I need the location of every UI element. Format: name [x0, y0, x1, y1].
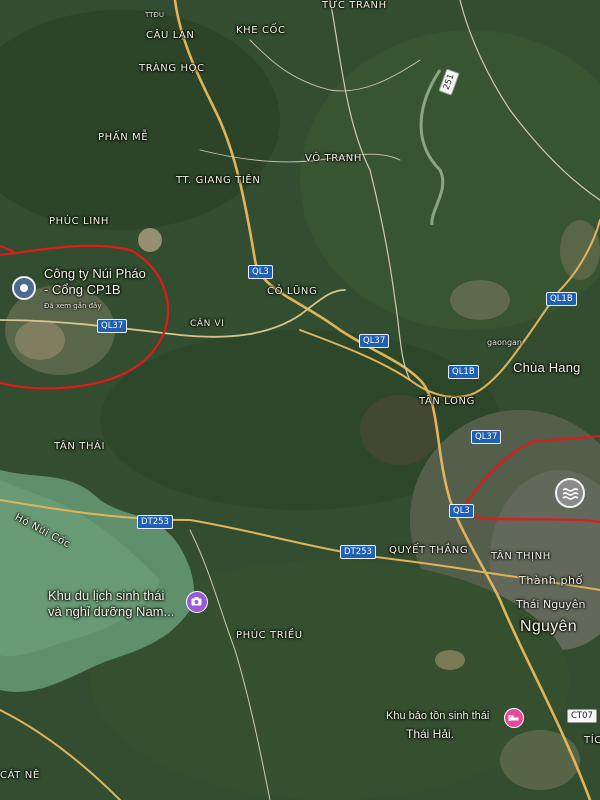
place-trang-hoc: TRÀNG HỌC: [139, 63, 205, 74]
place-cat-ne: CÁT NÊ: [0, 770, 40, 781]
place-thai-nguyen: Thái Nguyên: [516, 598, 586, 611]
place-phuc-linh: PHÚC LINH: [49, 216, 109, 227]
place-co-lung: CỎ LŨNG: [267, 286, 318, 297]
city-label-nguyen[interactable]: Nguyên: [520, 618, 577, 636]
poi-reserve-name-2: Thái Hải.: [406, 727, 455, 741]
poi-nui-phao-recent: Đã xem gần đây: [44, 302, 102, 310]
poi-reserve-name-1: Khu bảo tồn sinh thái: [386, 710, 490, 722]
poi-nui-phao-name-1: Công ty Núi Pháo: [44, 266, 146, 281]
poi-nui-phao-name-2: - Cổng CP1B: [44, 282, 121, 297]
road-shield-dt253: DT253: [137, 515, 173, 529]
place-tan-long: TÂN LONG: [419, 396, 475, 407]
place-can-vi: CÂN VI: [190, 319, 225, 329]
place-thanh-pho: Thành phố: [519, 574, 583, 587]
place-cau-lan: CÂU LẠN: [146, 30, 195, 41]
road-shield-ql3: QL3: [248, 265, 273, 279]
place-giang-tien: TT. GIANG TIÊN: [176, 175, 261, 186]
place-chua-hang[interactable]: Chùa Hang: [513, 360, 581, 375]
road-shield-ql37: QL37: [359, 334, 390, 348]
poi-reserve[interactable]: Khu bảo tồn sinh thái Thái Hải.: [386, 707, 489, 743]
water-waves-icon[interactable]: [555, 478, 585, 508]
satellite-map[interactable]: [0, 0, 600, 800]
road-shield-dt253: DT253: [340, 545, 376, 559]
poi-nui-phao[interactable]: Công ty Núi Pháo - Cổng CP1B: [44, 266, 146, 298]
place-tan-thinh: TÂN THỊNH: [491, 551, 551, 562]
place-tan-thai: TÂN THÁI: [54, 441, 106, 452]
poi-resort[interactable]: Khu du lịch sinh thái và nghỉ dưỡng Nam.…: [48, 588, 174, 620]
place-phuc-triu: PHÚC TRIỀU: [236, 630, 303, 641]
place-tic: TÍC: [584, 735, 600, 746]
place-ttdu: TTĐU: [145, 11, 164, 19]
camera-icon[interactable]: [186, 591, 208, 613]
poi-resort-name-1: Khu du lịch sinh thái: [48, 588, 165, 603]
poi-resort-name-2: và nghỉ dưỡng Nam...: [48, 604, 175, 619]
road-shield-ql37: QL37: [97, 319, 128, 333]
road-shield-ql1b: QL1B: [448, 365, 479, 379]
place-phan-me: PHẤN MỄ: [98, 132, 149, 143]
road-shield-ql37: QL37: [471, 430, 502, 444]
place-tuc-tranh: TỨC TRANH: [322, 0, 387, 11]
hotel-icon[interactable]: [504, 708, 524, 728]
place-gaongan: gaongan: [487, 338, 522, 347]
road-shield-ql1b: QL1B: [546, 292, 577, 306]
map-pin-icon[interactable]: [12, 276, 36, 300]
place-khe-coc: KHE CỐC: [236, 25, 286, 36]
place-vo-tranh: VÔ TRANH: [305, 153, 363, 164]
place-quyet-thang: QUYẾT THẮNG: [389, 545, 469, 556]
road-shield-ql3: QL3: [449, 504, 474, 518]
road-shield-ct07: CT07: [567, 709, 597, 723]
